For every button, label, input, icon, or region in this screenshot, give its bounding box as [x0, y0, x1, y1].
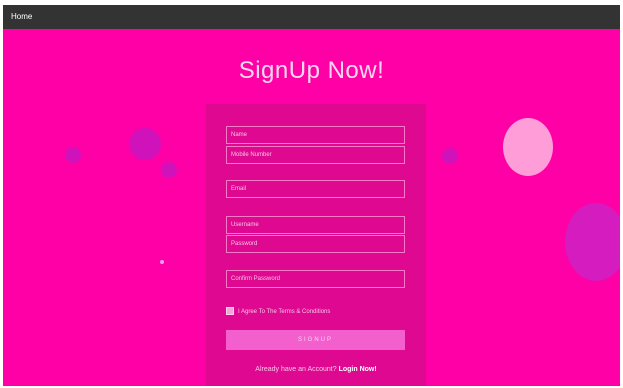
name-placeholder: Name	[231, 132, 248, 138]
confirm-password-placeholder: Confirm Password	[231, 276, 281, 282]
email-field[interactable]: Email	[226, 180, 405, 198]
confirm-password-field[interactable]: Confirm Password	[226, 270, 405, 288]
decorative-bubble	[160, 260, 164, 264]
decorative-bubble	[65, 147, 81, 163]
password-field[interactable]: Password	[226, 235, 405, 253]
login-prompt-row: Already have an Account? Login Now!	[206, 365, 426, 374]
signup-form: Name Mobile Number Email Username Passwo…	[206, 104, 426, 386]
password-placeholder: Password	[231, 241, 258, 247]
decorative-bubble	[129, 128, 161, 160]
username-placeholder: Username	[231, 222, 259, 228]
mobile-number-placeholder: Mobile Number	[231, 152, 272, 158]
terms-label: I Agree To The Terms & Conditions	[238, 309, 331, 315]
signup-button[interactable]: SIGNUP	[226, 330, 405, 350]
decorative-bubble	[442, 148, 458, 164]
decorative-bubble	[565, 203, 620, 281]
screenshot-frame: Home SignUp Now! Name Mobile Number Emai…	[0, 0, 623, 388]
navbar: Home	[3, 5, 620, 29]
decorative-bubble	[161, 162, 177, 178]
decorative-bubble	[503, 118, 553, 176]
login-prompt: Already have an Account?	[255, 366, 337, 373]
page-title: SignUp Now!	[238, 57, 385, 84]
home-link[interactable]: Home	[11, 12, 32, 22]
terms-checkbox[interactable]	[226, 307, 234, 315]
login-now-link[interactable]: Login Now!	[339, 366, 377, 373]
signup-page: SignUp Now! Name Mobile Number Email Use…	[3, 29, 620, 386]
username-field[interactable]: Username	[226, 216, 405, 234]
email-placeholder: Email	[231, 186, 247, 192]
mobile-number-field[interactable]: Mobile Number	[226, 146, 405, 164]
name-field[interactable]: Name	[226, 126, 405, 144]
